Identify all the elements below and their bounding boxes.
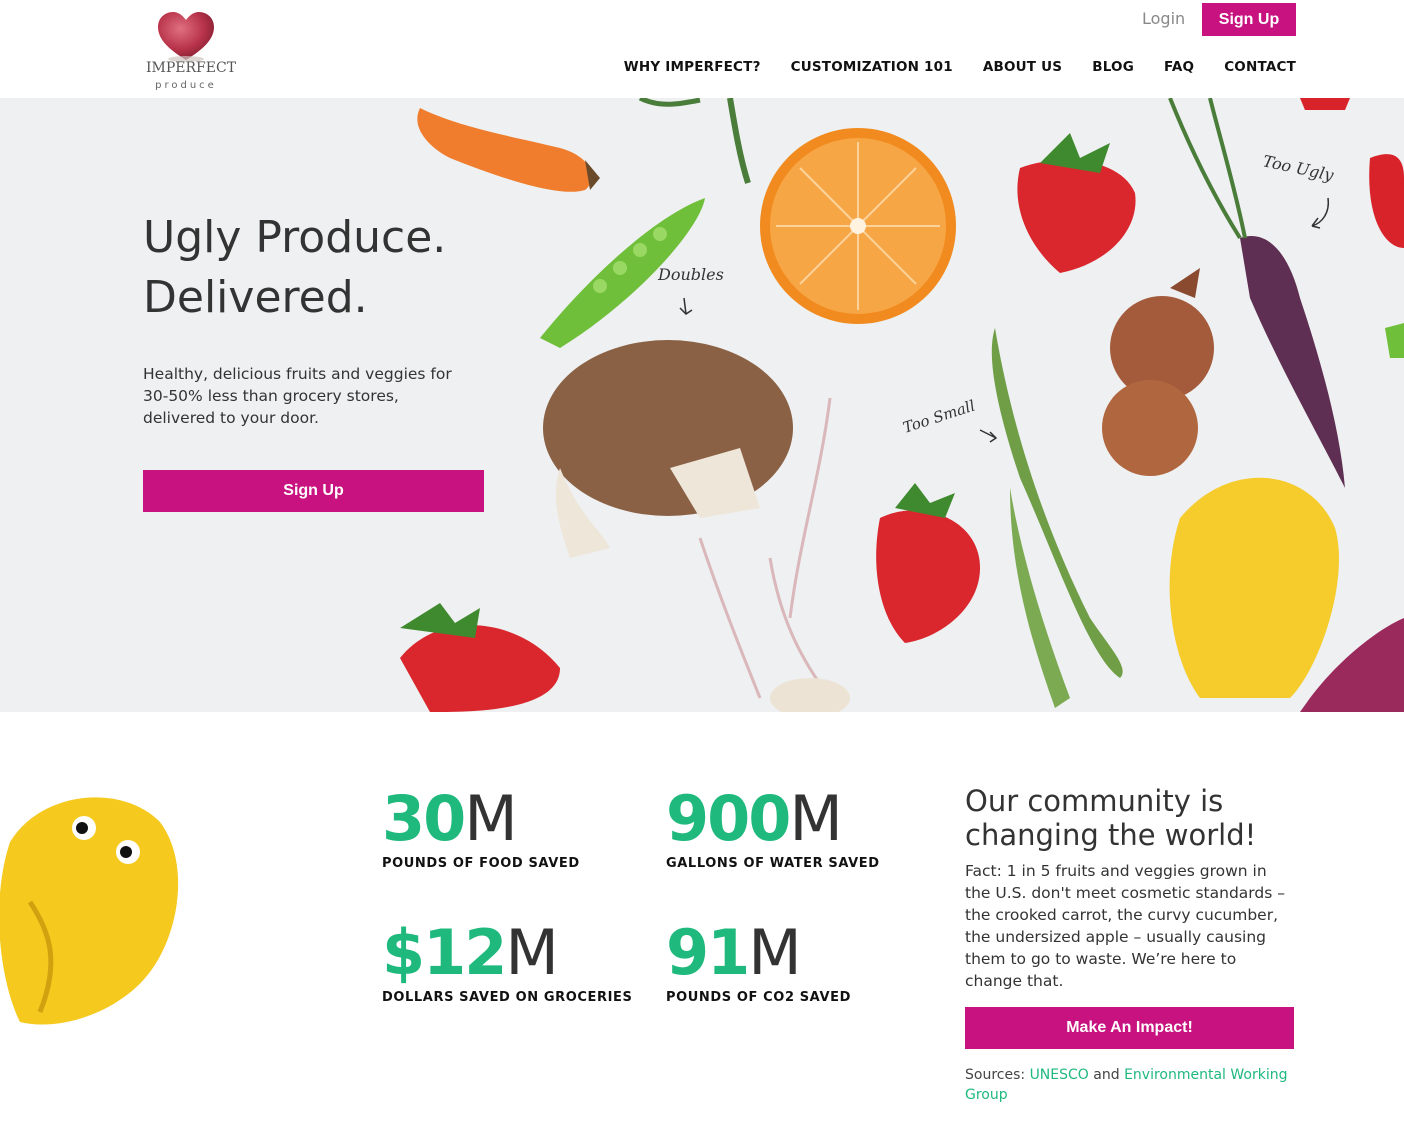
nav-contact[interactable]: CONTACT (1224, 59, 1296, 75)
stat-value: 900M (666, 784, 880, 854)
stat-suffix: M (505, 916, 558, 989)
stat-highlight: 900 (666, 782, 791, 855)
stat-dollars-saved: $12M DOLLARS SAVED ON GROCERIES (382, 918, 633, 1006)
stat-suffix: M (789, 782, 842, 855)
hero-description: Healthy, delicious fruits and veggies fo… (143, 365, 452, 427)
nav-why-imperfect[interactable]: WHY IMPERFECT? (624, 59, 761, 75)
logo-subtext: produce (155, 80, 217, 91)
nav-blog[interactable]: BLOG (1092, 59, 1134, 75)
stat-suffix: M (464, 782, 517, 855)
community-heading: Our community is changing the world! (965, 784, 1257, 852)
hero-title: Ugly Produce. Delivered. (143, 208, 523, 328)
site-header: IMPERFECT produce Login Sign Up WHY IMPE… (0, 0, 1404, 98)
community-fact: Fact: 1 in 5 fruits and veggies grown in… (965, 862, 1285, 990)
logo-wordmark: IMPERFECT (146, 60, 237, 76)
stat-value: $12M (382, 918, 632, 988)
community-block: Our community is changing the world! Fac… (965, 784, 1295, 1105)
stat-label: POUNDS OF FOOD SAVED (382, 856, 580, 871)
stat-suffix: M (748, 916, 801, 989)
main-nav: WHY IMPERFECT? CUSTOMIZATION 101 ABOUT U… (594, 59, 1296, 75)
stats-section: 30M POUNDS OF FOOD SAVED 900M GALLONS OF… (0, 712, 1404, 1126)
heart-logo-icon (158, 12, 214, 62)
stat-highlight: $12 (382, 916, 507, 989)
stat-label: POUNDS OF CO2 SAVED (666, 990, 851, 1005)
hero-title-line1: Ugly Produce. (143, 212, 447, 263)
signup-header-button[interactable]: Sign Up (1202, 3, 1296, 36)
login-link[interactable]: Login (1142, 9, 1185, 28)
make-impact-button[interactable]: Make An Impact! (965, 1007, 1294, 1049)
nav-faq[interactable]: FAQ (1164, 59, 1194, 75)
stat-water-saved: 900M GALLONS OF WATER SAVED (666, 784, 880, 872)
hero-signup-button[interactable]: Sign Up (143, 470, 484, 512)
stat-value: 91M (666, 918, 851, 988)
stat-highlight: 91 (666, 916, 750, 989)
annotation-too-small: Too Small (901, 397, 978, 437)
stat-co2-saved: 91M POUNDS OF CO2 SAVED (666, 918, 851, 1006)
nav-about-us[interactable]: ABOUT US (983, 59, 1062, 75)
annotation-doubles: Doubles (657, 265, 724, 284)
source-unesco-link[interactable]: UNESCO (1030, 1067, 1089, 1083)
lemon-mascot-image (0, 797, 179, 1025)
nav-customization-101[interactable]: CUSTOMIZATION 101 (791, 59, 953, 75)
stat-label: GALLONS OF WATER SAVED (666, 856, 880, 871)
stat-highlight: 30 (382, 782, 466, 855)
site-logo[interactable]: IMPERFECT produce (146, 8, 237, 92)
stat-food-saved: 30M POUNDS OF FOOD SAVED (382, 784, 580, 872)
sources-line: Sources: UNESCO and Environmental Workin… (965, 1065, 1295, 1105)
sources-and: and (1093, 1067, 1120, 1083)
hero-title-line2: Delivered. (143, 272, 368, 323)
stat-label: DOLLARS SAVED ON GROCERIES (382, 990, 633, 1005)
sources-prefix: Sources: (965, 1067, 1026, 1083)
annotation-too-ugly: Too Ugly (1261, 151, 1336, 185)
hero-section: Doubles Too Small Too Ugly Ugly Produce.… (0, 98, 1404, 712)
stat-value: 30M (382, 784, 580, 854)
